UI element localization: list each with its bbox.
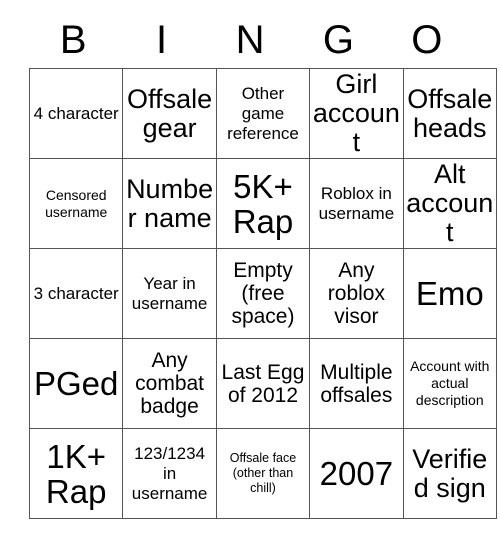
bingo-cell[interactable]: Other game reference <box>215 68 311 159</box>
bingo-cell[interactable]: Offsale heads <box>402 68 497 159</box>
bingo-cell[interactable]: Account with actual description <box>402 338 497 429</box>
bingo-row: 4 character Offsale gear Other game refe… <box>28 68 497 159</box>
bingo-row: 1K+ Rap 123/1234 in username Offsale fac… <box>28 428 497 519</box>
header-letter-b: B <box>59 18 87 62</box>
bingo-cell[interactable]: 4 character <box>28 68 124 159</box>
bingo-cell[interactable]: Multiple offsales <box>309 338 404 429</box>
bingo-cell[interactable]: 5K+ Rap <box>215 158 311 249</box>
bingo-cell[interactable]: PGed <box>28 338 124 429</box>
bingo-cell[interactable]: Year in username <box>122 248 217 339</box>
bingo-cell[interactable]: 123/1234 in username <box>122 428 217 519</box>
bingo-cell[interactable]: Any combat badge <box>122 338 217 429</box>
bingo-cell-free-space[interactable]: Empty (free space) <box>215 248 311 339</box>
bingo-cell[interactable]: Censored username <box>28 158 124 249</box>
bingo-cell[interactable]: 3 character <box>28 248 124 339</box>
bingo-cell[interactable]: Offsale face (other than chill) <box>215 428 311 519</box>
bingo-grid: 4 character Offsale gear Other game refe… <box>28 68 497 519</box>
bingo-cell[interactable]: Last Egg of 2012 <box>215 338 311 429</box>
bingo-cell[interactable]: Roblox in username <box>309 158 404 249</box>
header-letter-g: G <box>322 18 354 62</box>
bingo-cell[interactable]: Verified sign <box>402 428 497 519</box>
bingo-cell[interactable]: Offsale gear <box>122 68 217 159</box>
bingo-cell[interactable]: Emo <box>402 248 497 339</box>
header-letter-o: O <box>411 18 443 62</box>
bingo-cell[interactable]: Alt account <box>402 158 497 249</box>
bingo-row: Censored username Number name 5K+ Rap Ro… <box>28 158 497 249</box>
bingo-row: PGed Any combat badge Last Egg of 2012 M… <box>28 338 497 429</box>
bingo-cell[interactable]: 2007 <box>309 428 404 519</box>
header-letter-n: N <box>235 18 265 62</box>
bingo-cell[interactable]: Girl account <box>309 68 404 159</box>
header-letter-i: I <box>156 18 168 62</box>
bingo-cell[interactable]: Any roblox visor <box>309 248 404 339</box>
bingo-card: B I N G O 4 character Offsale gear Other… <box>28 12 497 519</box>
bingo-cell[interactable]: Number name <box>122 158 217 249</box>
bingo-header: B I N G O <box>29 12 471 68</box>
bingo-cell[interactable]: 1K+ Rap <box>28 428 124 519</box>
bingo-row: 3 character Year in username Empty (free… <box>28 248 497 339</box>
